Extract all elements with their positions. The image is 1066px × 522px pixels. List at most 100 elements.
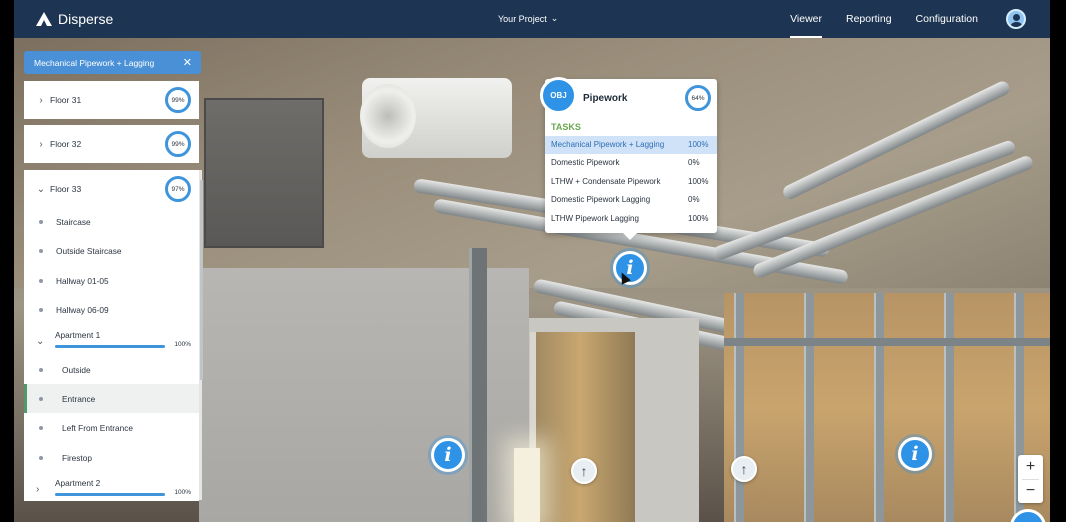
floor-label: Floor 32 xyxy=(50,139,82,149)
floor-card-expanded: ⌄ Floor 33 97% Staircase Outside Stairca… xyxy=(24,170,199,501)
chevron-right-icon: › xyxy=(39,138,43,150)
bullet-icon xyxy=(39,396,43,401)
chevron-down-icon: ⌄ xyxy=(550,13,559,23)
task-name: LTHW + Condensate Pipework xyxy=(551,177,661,186)
brand-name: Disperse xyxy=(58,11,114,27)
area-item-outside[interactable]: Outside xyxy=(24,355,199,384)
project-selector-label: Your Project xyxy=(498,13,547,24)
filter-chip-label: Mechanical Pipework + Lagging xyxy=(34,57,155,68)
info-hotspot[interactable]: i xyxy=(431,438,465,472)
task-row[interactable]: Mechanical Pipework + Lagging 100% xyxy=(545,136,717,154)
area-item-staircase[interactable]: Staircase xyxy=(24,207,199,236)
doorway xyxy=(530,332,635,522)
progress-ring: 64% xyxy=(685,85,711,111)
area-item-firestop[interactable]: Firestop xyxy=(24,443,199,472)
apartment-label: Apartment 2 xyxy=(55,478,101,488)
bullet-icon xyxy=(39,425,43,430)
chevron-down-icon: ⌄ xyxy=(36,336,45,347)
user-avatar[interactable] xyxy=(1006,9,1026,29)
task-name: LTHW Pipework Lagging xyxy=(551,214,639,223)
apartment-label: Apartment 1 xyxy=(55,330,101,340)
duct-opening xyxy=(360,84,416,148)
object-type-badge: OBJ xyxy=(540,77,577,114)
brand-logo[interactable]: Disperse xyxy=(36,11,113,27)
unistrut-post xyxy=(469,248,487,522)
active-filter-chip[interactable]: Mechanical Pipework + Lagging ✕ xyxy=(24,51,201,74)
nav-viewer[interactable]: Viewer xyxy=(790,0,822,38)
area-label: Entrance xyxy=(62,393,96,404)
area-item-left-from-entrance[interactable]: Left From Entrance xyxy=(24,413,199,442)
electrical-panel xyxy=(204,98,324,248)
chevron-right-icon: › xyxy=(36,484,40,495)
tasks-heading: TASKS xyxy=(551,122,581,132)
floor-label: Floor 33 xyxy=(50,184,82,194)
metal-stud xyxy=(804,293,814,522)
task-name: Mechanical Pipework + Lagging xyxy=(551,140,665,149)
progress-percent: 100% xyxy=(174,341,191,348)
bullet-icon xyxy=(39,455,43,460)
area-item-hallway-01-05[interactable]: Hallway 01-05 xyxy=(24,266,199,295)
task-row[interactable]: LTHW Pipework Lagging 100% xyxy=(545,210,717,228)
task-row[interactable]: Domestic Pipework 0% xyxy=(545,154,717,172)
floor-row-32[interactable]: › Floor 32 99% xyxy=(24,125,199,163)
area-label: Staircase xyxy=(56,216,91,227)
area-label: Outside Staircase xyxy=(56,245,122,256)
sidebar-scrollbar-thumb[interactable] xyxy=(200,180,203,380)
metal-stud xyxy=(874,293,884,522)
floor-label: Floor 31 xyxy=(50,95,82,105)
task-percent: 0% xyxy=(688,158,700,167)
bullet-icon xyxy=(39,367,43,372)
zoom-control: + − xyxy=(1018,455,1043,503)
navigate-arrow-icon[interactable]: ↑ xyxy=(731,456,757,482)
apartment-2-group[interactable]: › Apartment 2 100% xyxy=(24,476,199,506)
main-nav: Viewer Reporting Configuration xyxy=(790,0,978,38)
progress-bar xyxy=(55,493,165,496)
nav-configuration[interactable]: Configuration xyxy=(916,0,978,38)
object-title: Pipework xyxy=(583,93,628,104)
task-row[interactable]: LTHW + Condensate Pipework 100% xyxy=(545,173,717,191)
bullet-icon xyxy=(39,219,43,224)
metal-track xyxy=(724,338,1050,346)
floor-row-31[interactable]: › Floor 31 99% xyxy=(24,81,199,119)
area-label: Firestop xyxy=(62,452,92,463)
floor-card[interactable]: › Floor 31 99% xyxy=(24,81,199,119)
zoom-in-button[interactable]: + xyxy=(1018,455,1043,479)
bullet-icon xyxy=(39,307,43,312)
chevron-down-icon: ⌄ xyxy=(36,183,46,195)
nav-reporting[interactable]: Reporting xyxy=(846,0,892,38)
area-item-outside-staircase[interactable]: Outside Staircase xyxy=(24,236,199,265)
bullet-icon xyxy=(39,248,43,253)
area-label: Hallway 01-05 xyxy=(56,275,109,286)
task-percent: 100% xyxy=(688,140,709,149)
area-item-entrance[interactable]: Entrance xyxy=(24,384,199,413)
chevron-right-icon: › xyxy=(39,94,43,106)
floor-card[interactable]: › Floor 32 99% xyxy=(24,125,199,163)
project-selector[interactable]: Your Project ⌄ xyxy=(498,13,558,24)
task-name: Domestic Pipework xyxy=(551,158,620,167)
bullet-icon xyxy=(39,278,43,283)
progress-ring: 99% xyxy=(165,131,191,157)
info-hotspot[interactable]: i xyxy=(898,437,932,471)
close-icon[interactable]: ✕ xyxy=(183,56,192,69)
disperse-logo-icon xyxy=(36,12,52,26)
progress-percent: 100% xyxy=(174,489,191,496)
metal-stud xyxy=(734,293,744,522)
work-light xyxy=(514,448,540,522)
area-label: Hallway 06-09 xyxy=(56,304,109,315)
task-row[interactable]: Domestic Pipework Lagging 0% xyxy=(545,191,717,209)
area-label: Outside xyxy=(62,364,91,375)
task-percent: 100% xyxy=(688,177,709,186)
zoom-out-button[interactable]: − xyxy=(1018,479,1043,503)
top-navbar: Disperse Your Project ⌄ Viewer Reporting… xyxy=(14,0,1050,38)
metal-stud xyxy=(944,293,954,522)
task-percent: 0% xyxy=(688,195,700,204)
task-name: Domestic Pipework Lagging xyxy=(551,195,651,204)
apartment-1-group[interactable]: ⌄ Apartment 1 100% xyxy=(24,328,199,358)
floor-row-33[interactable]: ⌄ Floor 33 97% xyxy=(24,170,199,208)
progress-ring: 99% xyxy=(165,87,191,113)
progress-bar xyxy=(55,345,165,348)
area-label: Left From Entrance xyxy=(62,422,134,433)
task-percent: 100% xyxy=(688,214,709,223)
area-item-hallway-06-09[interactable]: Hallway 06-09 xyxy=(24,295,199,324)
navigate-arrow-icon[interactable]: ↑ xyxy=(571,458,597,484)
